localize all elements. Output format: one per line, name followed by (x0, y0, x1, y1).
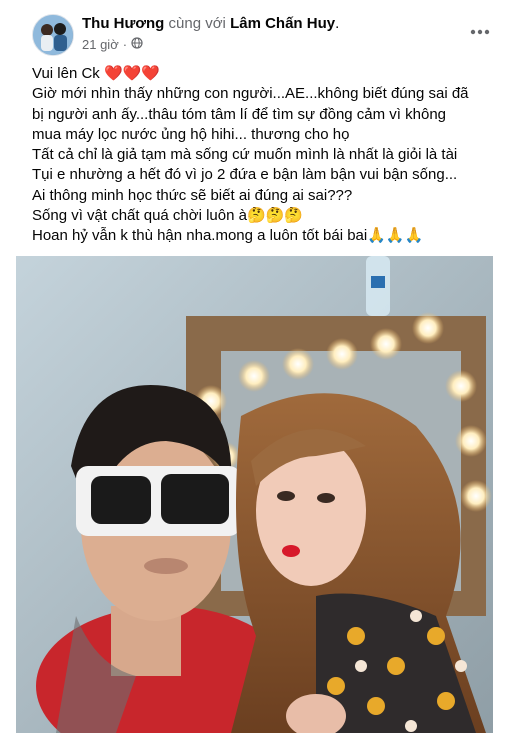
post-line: Hoan hỷ vẫn k thù hận nha.mong a luôn tố… (32, 227, 424, 245)
more-icon[interactable] (468, 20, 492, 44)
globe-icon (131, 37, 143, 52)
post-line: Tụi e nhường a hết đó vì jo 2 đứa e bận … (32, 166, 458, 184)
header-text: Thu Hương cùng với Lâm Chấn Huy. 21 giờ … (82, 15, 339, 52)
post-names: Thu Hương cùng với Lâm Chấn Huy. (82, 15, 340, 32)
tagged-name[interactable]: Lâm Chấn Huy (230, 15, 335, 32)
post-card: Thu Hương cùng với Lâm Chấn Huy. 21 giờ … (0, 0, 508, 733)
post-line: bị người anh ấy...thâu tóm tâm lí để tìm… (32, 105, 447, 123)
post-time[interactable]: 21 giờ (82, 37, 119, 52)
author-avatar[interactable] (32, 14, 74, 56)
post-line: Sống vì vật chất quá chời luôn à🤔🤔🤔 (32, 207, 304, 225)
post-body: Vui lên Ck ❤️❤️❤️ Giờ mới nhìn thấy nhữn… (32, 64, 502, 247)
post-header: Thu Hương cùng với Lâm Chấn Huy. 21 giờ … (32, 14, 492, 56)
post-photo[interactable] (16, 256, 493, 733)
post-line: Tất cả chỉ là giả tạm mà sống cứ muốn mì… (32, 146, 458, 164)
post-meta: 21 giờ · (82, 37, 339, 52)
author-name[interactable]: Thu Hương (82, 15, 164, 32)
post-line: mua máy lọc nước ủng hộ hihi... thương c… (32, 125, 350, 143)
post-line: Vui lên Ck ❤️❤️❤️ (32, 65, 161, 82)
post-line: Ai thông minh học thức sẽ biết ai đúng a… (32, 186, 353, 204)
with-text: cùng với (168, 15, 226, 32)
post-line: Giờ mới nhìn thấy những con người...AE..… (32, 85, 469, 103)
